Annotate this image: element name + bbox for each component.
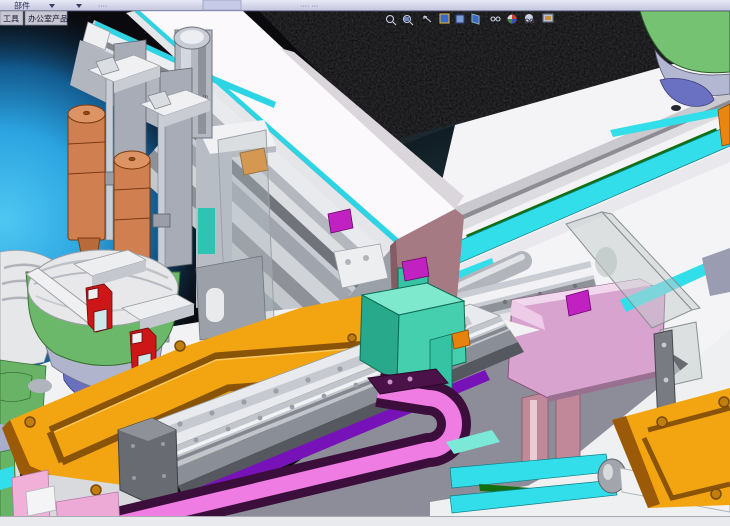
svg-text:部件: 部件 [14,1,30,11]
svg-text:···· ···: ···· ··· [300,3,318,10]
svg-text:办公室产品: 办公室产品 [28,14,68,24]
svg-text:····: ···· [98,3,107,10]
svg-text:工具: 工具 [3,15,19,24]
